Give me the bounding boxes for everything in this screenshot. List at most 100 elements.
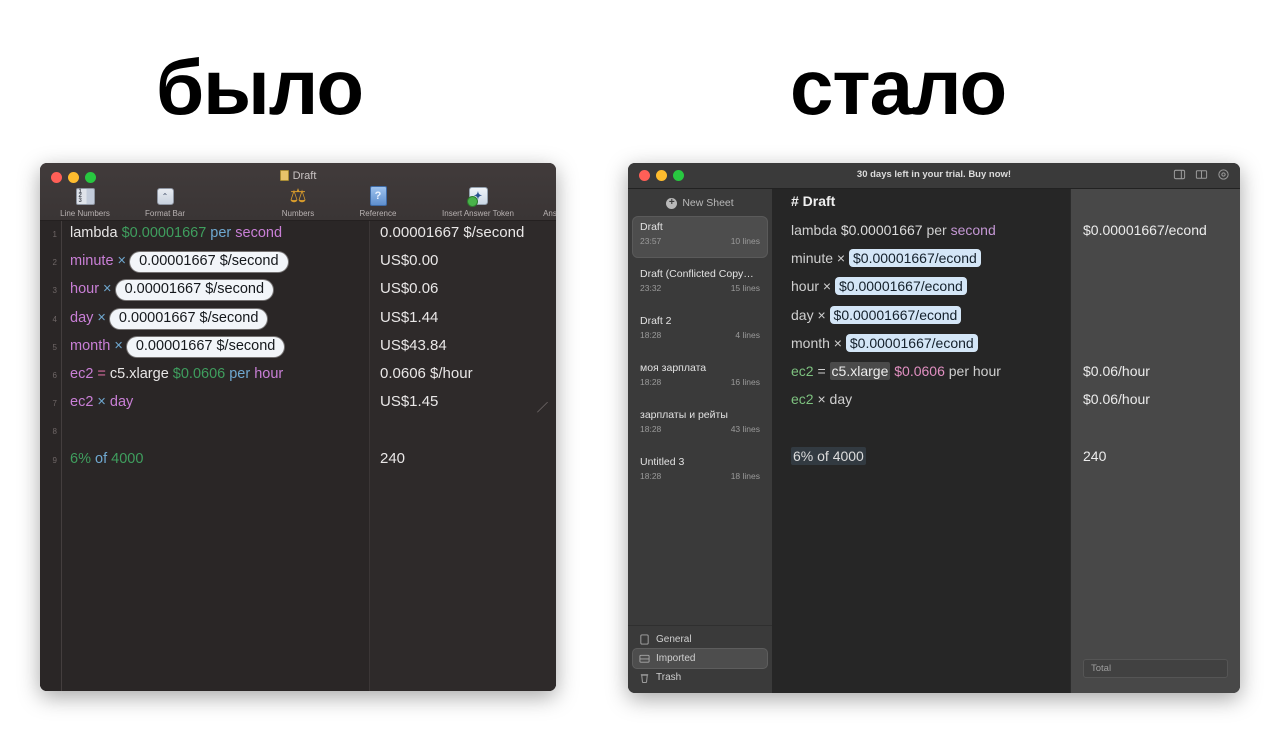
editor-line[interactable]: day × 0.00001667 $/second [70,308,363,329]
line-text: per [922,222,951,238]
sheet-line-count: 10 lines [730,236,760,246]
document-icon [279,170,289,181]
sheet-meta: 18:28 43 lines [640,423,760,436]
highlighted-expression: 6% of 4000 [791,446,866,465]
line-number: 4 [52,314,57,324]
headline-after: стало [790,43,1007,131]
line-text: $0.00001667 [121,225,207,241]
line-text: minute [791,250,834,267]
folder-label: Imported [656,653,696,664]
toolbar-group-left: 123 Line Numbers ⌃ Format Bar [52,185,198,218]
headline-before: было [156,43,364,131]
format-bar-icon: ⌃ [132,185,198,207]
editor-line[interactable]: hour × $0.00001667/econd [791,277,1062,296]
line-text: second [950,222,996,238]
answer-token: $0.00001667/econd [835,277,967,296]
right-window-body: + New Sheet Draft 23:57 10 lines Draft (Con… [628,189,1240,693]
toolbar-reference[interactable]: ? Reference [345,185,411,218]
sheet-meta: 18:28 4 lines [640,329,760,342]
total-field[interactable]: Total [1083,659,1228,678]
line-text: month [791,334,830,351]
new-sheet-button[interactable]: + New Sheet [628,189,772,217]
toolbar-line-numbers[interactable]: 123 Line Numbers [52,185,118,218]
left-editor[interactable]: 1 2 3 4 5 6 7 8 9 lambda $0.00001667 per second m… [40,221,370,691]
editor-line[interactable]: 6% of 4000 [791,446,1062,465]
line-number: 2 [52,258,57,268]
editor-line[interactable]: ec2 × day [70,393,363,411]
line-text: $0.0606 [172,366,226,382]
toolbar-numbers[interactable]: ⚖ Numbers [265,185,331,219]
editor-line[interactable]: lambda $0.00001667 per second [791,221,1062,239]
editor-line[interactable]: hour × 0.00001667 $/second [70,280,363,301]
sheet-list[interactable]: Draft 23:57 10 lines Draft (Conflicted Copy… [628,217,772,625]
editor-line[interactable]: minute × $0.00001667/econd [791,249,1062,268]
toolbar-answer-palette[interactable]: i Answer Palette [535,185,556,218]
sheet-list-item[interactable]: Draft 23:57 10 lines [633,217,767,257]
line-text: × [93,309,110,326]
left-window-title-text: Draft [292,170,317,182]
right-editor[interactable]: # Draft lambda $0.00001667 per second min… [773,189,1070,693]
answer-token: 0.00001667 $/second [126,336,285,357]
trial-banner[interactable]: 30 days left in your trial. Buy now! [628,169,1240,180]
editor-line[interactable]: ec2 × day [791,390,1062,408]
sheet-list-item[interactable]: Draft 2 18:28 4 lines [633,311,767,351]
line-text: 4000 [111,450,144,467]
sheet-list-item[interactable]: моя зарплата 18:28 16 lines [633,358,767,398]
document-icon [639,634,650,645]
result-value: US$1.45 [380,393,439,411]
panel-toggle-icon[interactable] [1173,168,1186,181]
line-number-gutter: 1 2 3 4 5 6 7 8 9 [40,221,62,691]
editor-line[interactable]: 6% of 4000 [70,450,363,468]
line-text: hour [254,366,284,382]
editor-line[interactable]: month × 0.00001667 $/second [70,336,363,357]
toolbar-insert-answer-token[interactable]: ✦ Insert Answer Token [435,185,521,218]
folder-list: General Imported Trash [628,625,772,693]
toolbar-reference-label: Reference [359,209,397,218]
answer-palette-icon: i [535,185,556,207]
answer-token: $0.00001667/econd [845,333,978,352]
gear-icon[interactable] [1217,168,1230,181]
sheet-time: 23:32 [640,283,662,293]
editor-line[interactable]: ec2 = c5.xlarge $0.0606 per hour [791,362,1062,380]
folder-item-imported[interactable]: Imported [633,649,767,668]
soulver3-window: 30 days left in your trial. Buy now! + N… [628,163,1240,693]
line-text: of [95,450,112,467]
result-value: US$43.84 [380,336,447,354]
left-window-title: Draft [40,170,556,182]
folder-item-general[interactable]: General [633,630,767,649]
right-results-panel: $0.00001667/econd $0.06/hour $0.06/hour 240… [1070,189,1240,693]
sheet-line-count: 16 lines [730,377,760,387]
editor-line[interactable]: lambda $0.00001667 per second [70,224,363,242]
editor-line[interactable]: ec2 = c5.xlarge $0.0606 per hour [70,365,363,383]
sheet-list-item[interactable]: зарплаты и рейты 18:28 43 lines [633,405,767,445]
sheet-meta: 23:57 10 lines [640,235,760,248]
sheet-time: 18:28 [640,424,662,434]
left-results-panel: 0.00001667 $/second US$0.00 US$0.06 US$1.44… [370,221,556,691]
reference-book-icon[interactable] [1195,168,1208,181]
toolbar-group-right: ✦ Insert Answer Token i Answer Palette [435,185,556,218]
line-text: month [70,337,111,354]
toolbar-insert-answer-token-label: Insert Answer Token [442,209,514,218]
left-window-body: 1 2 3 4 5 6 7 8 9 lambda $0.00001667 per second m… [40,221,556,691]
editor-line[interactable]: day × $0.00001667/econd [791,305,1062,324]
sheet-name: зарплаты и рейты [640,409,728,421]
line-text: hour [70,281,100,298]
editor-line[interactable]: minute × 0.00001667 $/second [70,252,363,273]
answer-token: 0.00001667 $/second [109,308,268,329]
folder-item-trash[interactable]: Trash [633,668,767,687]
toolbar-format-bar[interactable]: ⌃ Format Bar [132,185,198,218]
toolbar-line-numbers-label: Line Numbers [60,209,110,218]
sheet-list-item[interactable]: Draft (Conflicted Copy… 23:32 15 lines [633,264,767,304]
reference-book-icon: ? [345,185,411,207]
sheet-time: 18:28 [640,377,662,387]
sheet-list-item[interactable]: Untitled 3 18:28 18 lines [633,452,767,492]
line-text: day [109,394,134,411]
sheet-time: 23:57 [640,236,662,246]
line-text: per [206,225,236,241]
line-text: second [235,225,283,241]
editor-line[interactable]: month × $0.00001667/econd [791,333,1062,352]
line-text: × [833,250,849,267]
line-number: 9 [52,455,57,465]
sheet-name: Draft 2 [640,315,672,327]
line-number: 5 [52,342,57,352]
